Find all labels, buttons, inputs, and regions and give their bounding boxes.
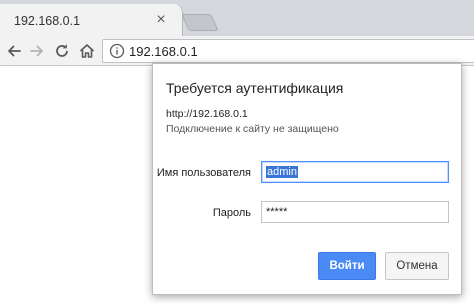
forward-arrow-icon — [30, 45, 43, 57]
info-icon[interactable] — [109, 43, 125, 59]
address-bar[interactable]: 192.168.0.1 — [102, 39, 474, 63]
password-field[interactable]: ***** — [261, 201, 449, 223]
home-button[interactable] — [76, 40, 98, 62]
cancel-button[interactable]: Отмена — [385, 252, 449, 280]
dialog-url: http://192.168.0.1 — [166, 108, 248, 120]
password-label: Пароль — [212, 207, 251, 219]
username-label: Имя пользователя — [156, 167, 251, 179]
password-value: ***** — [266, 206, 288, 218]
url-text[interactable]: 192.168.0.1 — [129, 44, 198, 59]
browser-toolbar: 192.168.0.1 — [0, 36, 474, 66]
new-tab-button[interactable] — [181, 14, 219, 31]
connection-warning: Подключение к сайту не защищено — [166, 123, 339, 135]
reload-button[interactable] — [51, 40, 73, 62]
tab-close-icon[interactable]: × — [152, 11, 170, 29]
auth-dialog: Требуется аутентификация http://192.168.… — [152, 63, 462, 295]
username-field[interactable]: admin — [261, 161, 449, 183]
login-button[interactable]: Войти — [318, 252, 376, 280]
back-button[interactable] — [3, 40, 25, 62]
forward-button[interactable] — [26, 40, 48, 62]
reload-icon — [56, 44, 68, 57]
dialog-title: Требуется аутентификация — [166, 80, 344, 96]
home-icon — [79, 44, 95, 58]
browser-tab[interactable]: 192.168.0.1 × — [0, 4, 183, 36]
username-value: admin — [266, 166, 298, 178]
back-arrow-icon — [8, 45, 21, 57]
tab-title: 192.168.0.1 — [14, 14, 81, 28]
tab-strip: 192.168.0.1 × — [0, 0, 474, 36]
